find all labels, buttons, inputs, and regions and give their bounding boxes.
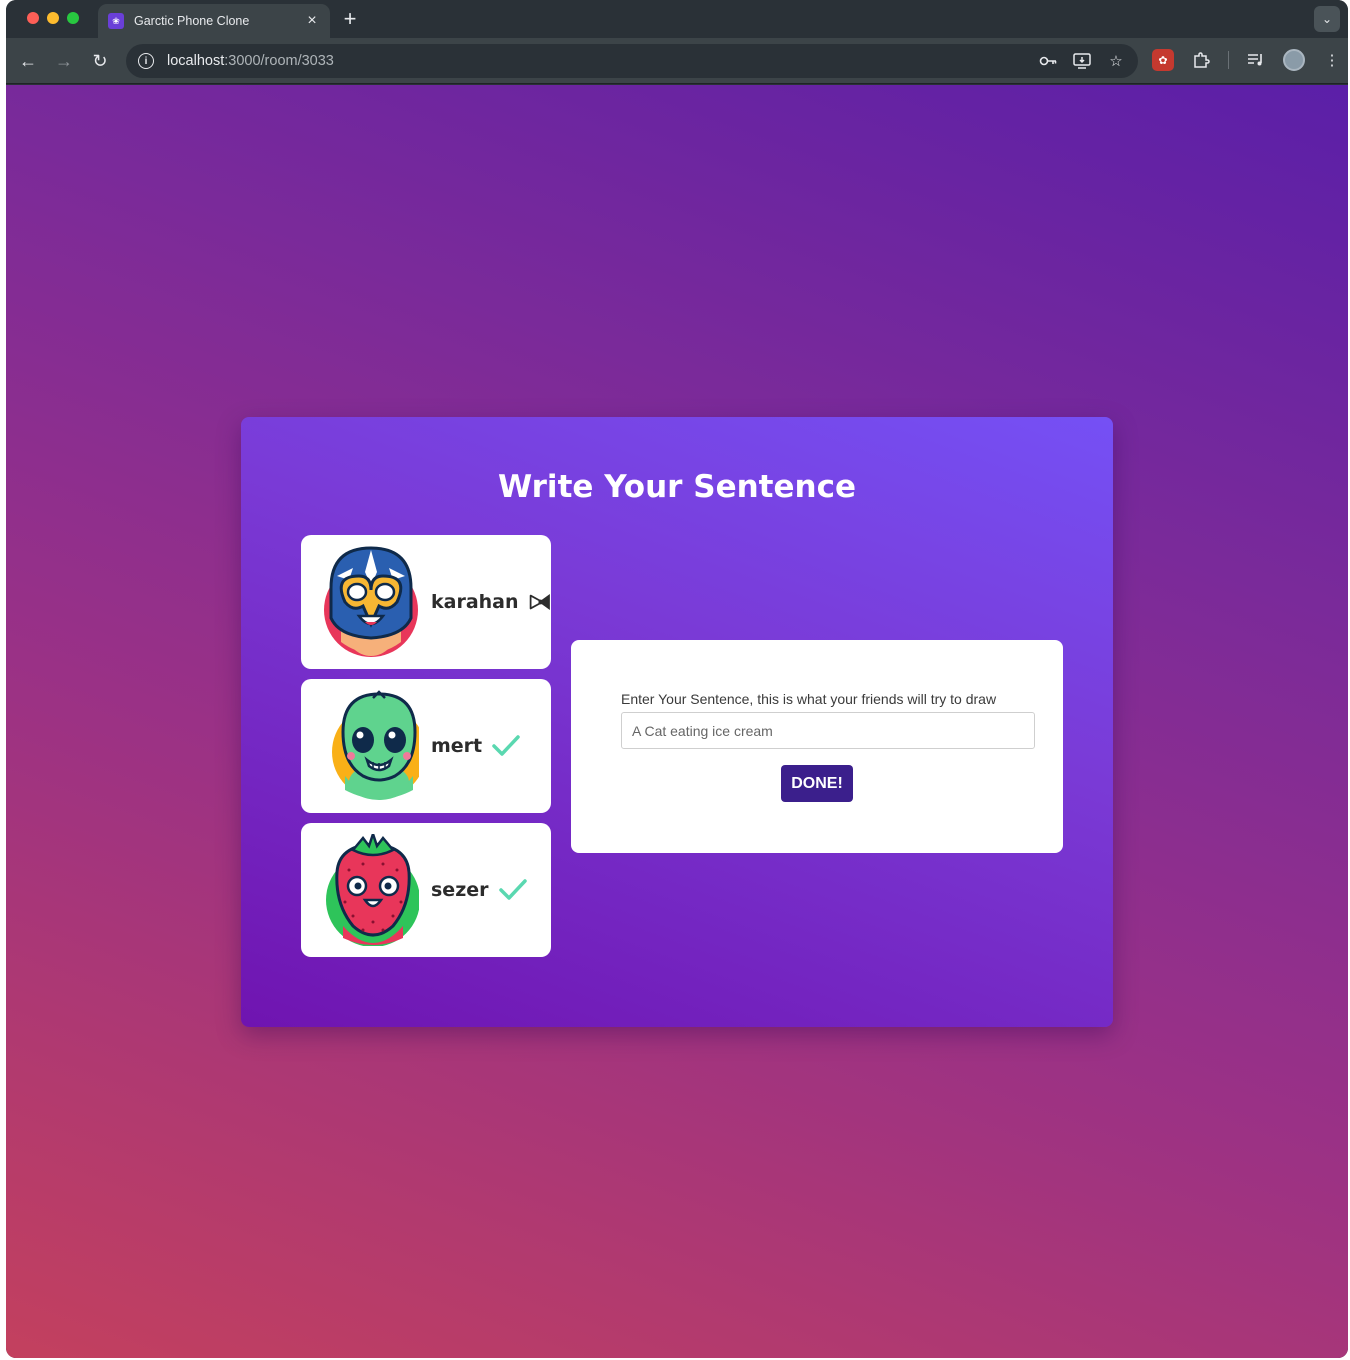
player-card-karahan: karahan	[301, 535, 551, 669]
maximize-window-button[interactable]	[67, 12, 79, 24]
tab-title: Garctic Phone Clone	[134, 14, 250, 28]
bookmark-star-icon[interactable]: ☆	[1106, 51, 1126, 71]
puzzle-icon[interactable]	[1190, 49, 1212, 71]
new-tab-button[interactable]: +	[340, 6, 360, 32]
back-arrow-icon[interactable]: ←	[16, 49, 40, 73]
password-key-icon[interactable]	[1038, 51, 1058, 71]
tab-close-icon[interactable]: ×	[304, 12, 320, 30]
host-bowtie-icon	[529, 593, 550, 611]
favicon-icon: ❀	[108, 13, 124, 29]
forward-arrow-icon[interactable]: →	[52, 49, 76, 73]
close-window-button[interactable]	[27, 12, 39, 24]
page-title: Write Your Sentence	[498, 469, 856, 505]
checkmark-icon	[498, 879, 527, 900]
player-card-mert: mert	[301, 679, 551, 813]
toolbar-divider	[1228, 51, 1229, 69]
profile-avatar-icon[interactable]	[1283, 49, 1305, 71]
player-name: sezer	[431, 879, 489, 901]
alien-avatar	[332, 690, 419, 800]
sentence-prompt-label: Enter Your Sentence, this is what your f…	[621, 691, 997, 707]
install-app-icon[interactable]	[1072, 51, 1092, 71]
extension-icon[interactable]: ✿	[1152, 49, 1174, 71]
reload-icon[interactable]: ↻	[88, 49, 112, 73]
url-text[interactable]: localhost:3000/room/3033	[167, 53, 334, 69]
omnibox-actions: ☆	[1038, 51, 1126, 71]
player-name: karahan	[431, 591, 519, 613]
address-bar[interactable]: i localhost:3000/room/3033 ☆	[126, 44, 1138, 78]
extensions-area: ✿ ⋮	[1152, 49, 1343, 71]
player-name: mert	[431, 735, 483, 757]
page-viewport: Write Your Sentence karahan mert sezer E…	[6, 85, 1348, 1358]
sentence-input[interactable]	[621, 712, 1035, 749]
player-card-sezer: sezer	[301, 823, 551, 957]
tab-search-icon[interactable]: ⌄	[1314, 6, 1340, 32]
done-button[interactable]: DONE!	[781, 765, 853, 802]
url-path: :3000/room/3033	[224, 53, 334, 69]
browser-toolbar: ← → ↻ i localhost:3000/room/3033 ☆ ✿ ⋮	[6, 38, 1348, 84]
game-card: Write Your Sentence karahan mert sezer E…	[241, 417, 1113, 1027]
browser-window: ❀ Garctic Phone Clone × + ⌄ ← → ↻ i loca…	[6, 0, 1348, 1358]
checkmark-icon	[492, 735, 520, 756]
tab-strip: ❀ Garctic Phone Clone × + ⌄	[6, 0, 1348, 38]
sentence-panel: Enter Your Sentence, this is what your f…	[571, 640, 1063, 853]
minimize-window-button[interactable]	[47, 12, 59, 24]
strawberry-avatar	[326, 834, 419, 946]
browser-tab[interactable]: ❀ Garctic Phone Clone ×	[98, 4, 330, 38]
luchador-mask-avatar	[324, 546, 418, 657]
url-host: localhost	[167, 53, 225, 69]
kebab-menu-icon[interactable]: ⋮	[1321, 49, 1343, 71]
media-queue-icon[interactable]	[1245, 49, 1267, 71]
site-info-icon[interactable]: i	[138, 53, 154, 69]
